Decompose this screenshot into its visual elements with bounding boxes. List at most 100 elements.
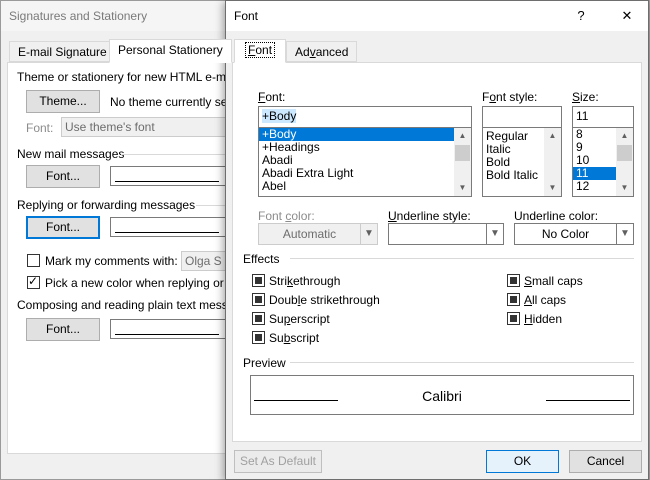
underline-color-combo[interactable]: No Color ▼ [514,223,634,245]
effects-separator [290,258,634,259]
style-list-scrollbar[interactable]: ▲ ▼ [544,128,561,196]
underline-style-label: Underline style: [388,209,471,223]
hidden-checkbox[interactable] [507,312,520,325]
theme-font-field: Use theme's font [61,117,241,137]
ok-button[interactable]: OK [486,450,559,473]
double-strikethrough-label: Double strikethrough [269,293,380,307]
size-label: Size: [572,90,599,104]
chevron-down-icon[interactable]: ▼ [360,224,377,244]
font-name-input[interactable]: +Body [258,106,472,128]
superscript-label: Superscript [269,312,330,326]
theme-status: No theme currently sele [110,95,237,109]
size-list-scrollbar[interactable]: ▲ ▼ [616,128,633,196]
tab-personal-stationery[interactable]: Personal Stationery [109,39,232,63]
font-list-scrollbar[interactable]: ▲ ▼ [454,128,471,196]
theme-button-label: Theme... [39,94,87,108]
set-as-default-button[interactable]: Set As Default [234,450,322,473]
mark-comments-checkbox[interactable] [27,254,40,267]
font-button-label: Font... [45,322,80,336]
small-caps-label: Small caps [524,274,583,288]
scroll-down-icon[interactable]: ▼ [454,180,471,196]
all-caps-checkbox[interactable] [507,293,520,306]
font-style-label: Font style: [482,90,538,104]
help-icon: ? [577,8,585,23]
signatures-title: Signatures and Stationery [9,9,148,23]
preview-heading: Preview [243,356,286,370]
hidden-label: Hidden [524,312,563,326]
underline-color-value: No Color [541,227,590,241]
subscript-checkbox[interactable] [252,331,265,344]
signatures-title-bar: Signatures and Stationery [1,1,239,31]
theme-heading: Theme or stationery for new HTML e-mail [17,70,238,84]
scroll-down-icon[interactable]: ▼ [544,180,561,196]
tab-label: Personal Stationery [118,43,223,57]
reply-font-button[interactable]: Font... [26,216,100,239]
tab-advanced[interactable]: Advanced [286,41,358,62]
scroll-up-icon[interactable]: ▲ [454,128,471,144]
preview-text: Calibri [422,388,462,404]
underline-style-combo[interactable]: ▼ [388,223,504,245]
tab-advanced-label: Advanced [295,45,349,59]
theme-button[interactable]: Theme... [26,90,100,113]
size-input[interactable]: 11 [572,106,634,128]
font-style-list[interactable]: Regular Italic Bold Bold Italic ▲ ▼ [482,127,562,197]
superscript-checkbox[interactable] [252,312,265,325]
subscript-label: Subscript [269,331,320,345]
list-item[interactable]: Abel [259,180,471,193]
font-style-input[interactable] [482,106,562,128]
all-caps-label: All caps [524,293,567,307]
new-mail-heading: New mail messages [17,147,125,161]
signatures-dialog: Signatures and Stationery E-mail Signatu… [0,0,250,480]
preview-separator [290,362,634,363]
scroll-down-icon[interactable]: ▼ [616,180,633,196]
tab-font-label: Font [245,42,276,58]
reply-heading: Replying or forwarding messages [17,198,196,212]
font-label: Font: [26,121,54,135]
list-item[interactable]: Abadi Extra Light [259,167,471,180]
scroll-thumb[interactable] [617,145,632,161]
mark-comments-label: Mark my comments with: [45,254,178,268]
chevron-down-icon[interactable]: ▼ [616,224,633,244]
underline-color-label: Underline color: [514,209,599,223]
preview-line-right [546,400,630,401]
chevron-down-icon[interactable]: ▼ [486,224,503,244]
scroll-up-icon[interactable]: ▲ [544,128,561,144]
new-mail-font-button[interactable]: Font... [26,165,100,188]
font-color-value: Automatic [282,227,337,241]
size-value: 11 [576,109,589,123]
close-button[interactable]: ✕ [612,5,642,27]
font-name-list[interactable]: +Body +Headings Abadi Abadi Extra Light … [258,127,472,197]
new-mail-separator [121,154,241,155]
cancel-label: Cancel [586,454,625,468]
double-strikethrough-checkbox[interactable] [252,293,265,306]
strikethrough-label: Strikethrough [269,274,341,288]
preview-box: Calibri [250,375,634,415]
tab-email-signature[interactable]: E-mail Signature [9,41,116,62]
plain-text-heading: Composing and reading plain text messa [17,298,235,312]
font-dialog: Font ? ✕ Font Advanced Font: +Body +Body… [225,0,649,480]
font-button-label: Font... [45,169,80,183]
pick-color-checkbox[interactable] [27,274,40,289]
ok-label: OK [513,454,532,468]
plain-text-font-button[interactable]: Font... [26,318,100,341]
font-dialog-title: Font [234,9,259,23]
close-icon: ✕ [621,8,633,23]
cancel-button[interactable]: Cancel [569,450,642,473]
set-as-default-label: Set As Default [239,454,317,468]
size-list[interactable]: 8 9 10 11 12 ▲ ▼ [572,127,634,197]
help-button[interactable]: ? [566,5,596,27]
pick-color-label: Pick a new color when replying or fo [45,276,238,290]
font-name-label: Font: [258,90,286,104]
tab-label: E-mail Signature [18,45,107,59]
font-name-value: +Body [262,109,297,123]
font-color-combo[interactable]: Automatic ▼ [258,223,378,245]
strikethrough-checkbox[interactable] [252,274,265,287]
theme-font-value: Use theme's font [65,120,155,134]
scroll-thumb[interactable] [455,145,470,161]
small-caps-checkbox[interactable] [507,274,520,287]
tab-font[interactable]: Font [234,39,287,63]
scroll-up-icon[interactable]: ▲ [616,128,633,144]
font-color-label: Font color: [258,209,315,223]
mark-comments-value: Olga S [185,254,222,268]
font-button-label: Font... [45,220,80,234]
